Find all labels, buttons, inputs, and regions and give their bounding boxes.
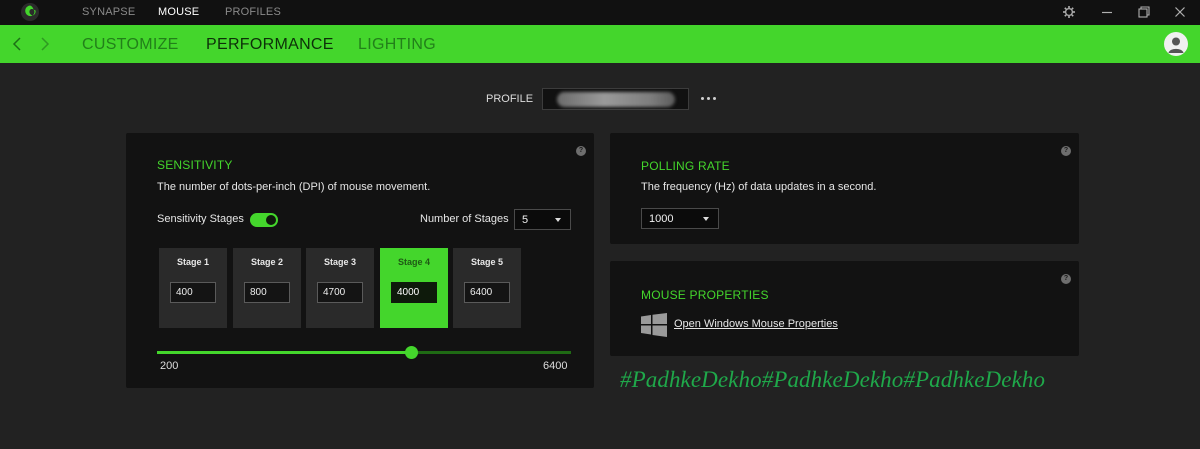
stage-dpi-input[interactable]: 400 xyxy=(170,282,216,303)
stage-card-1[interactable]: Stage 1 400 xyxy=(159,248,227,328)
stage-dpi-input[interactable]: 4000 xyxy=(391,282,437,303)
stage-name: Stage 3 xyxy=(323,257,356,267)
user-avatar-icon[interactable] xyxy=(1164,32,1188,56)
watermark-text: #PadhkeDekho#PadhkeDekho#PadhkeDekho xyxy=(620,367,1046,392)
mouse-properties-panel: ? xyxy=(610,261,1079,356)
tab-profiles[interactable]: PROFILES xyxy=(225,6,281,18)
dpi-slider-min: 200 xyxy=(160,360,179,372)
stage-dpi-input[interactable]: 6400 xyxy=(464,282,510,303)
forward-arrow-icon[interactable] xyxy=(38,36,52,52)
open-windows-mouse-properties-link[interactable]: Open Windows Mouse Properties xyxy=(674,318,838,330)
number-of-stages-value: 5 xyxy=(522,214,529,226)
tab-performance[interactable]: PERFORMANCE xyxy=(206,36,334,54)
stage-dpi-input[interactable]: 4700 xyxy=(317,282,363,303)
sensitivity-stages-toggle[interactable] xyxy=(250,213,278,227)
chevron-down-icon xyxy=(703,217,709,221)
dpi-slider-max: 6400 xyxy=(543,360,568,372)
restore-icon[interactable] xyxy=(1136,4,1152,20)
profile-select[interactable] xyxy=(542,88,689,110)
stage-name: Stage 2 xyxy=(250,257,283,267)
tab-lighting[interactable]: LIGHTING xyxy=(358,36,436,54)
profile-name-redacted xyxy=(557,92,675,107)
help-icon[interactable]: ? xyxy=(576,146,586,156)
dpi-slider-fill xyxy=(157,351,411,354)
sensitivity-title: SENSITIVITY xyxy=(157,158,233,172)
polling-rate-value: 1000 xyxy=(649,213,674,225)
back-arrow-icon[interactable] xyxy=(10,36,24,52)
gear-icon[interactable] xyxy=(1061,4,1077,20)
profile-label: PROFILE xyxy=(486,93,534,105)
minimize-icon[interactable] xyxy=(1099,4,1115,20)
polling-rate-title: POLLING RATE xyxy=(641,159,730,173)
stage-card-2[interactable]: Stage 2 800 xyxy=(233,248,301,328)
stage-name: Stage 4 xyxy=(397,257,430,267)
help-icon[interactable]: ? xyxy=(1061,146,1071,156)
chevron-down-icon xyxy=(555,218,561,222)
sensitivity-description: The number of dots-per-inch (DPI) of mou… xyxy=(157,181,431,193)
windows-logo-icon xyxy=(641,313,667,337)
tab-synapse[interactable]: SYNAPSE xyxy=(82,6,135,18)
razer-logo-icon xyxy=(21,3,39,21)
number-of-stages-dropdown[interactable]: 5 xyxy=(514,209,571,230)
polling-rate-description: The frequency (Hz) of data updates in a … xyxy=(641,181,877,193)
stage-dpi-input[interactable]: 800 xyxy=(244,282,290,303)
stage-card-3[interactable]: Stage 3 4700 xyxy=(306,248,374,328)
number-of-stages-label: Number of Stages xyxy=(420,213,509,225)
polling-rate-dropdown[interactable]: 1000 xyxy=(641,208,719,229)
dpi-slider-thumb[interactable] xyxy=(404,346,418,359)
stage-card-5[interactable]: Stage 5 6400 xyxy=(453,248,521,328)
tab-customize[interactable]: CUSTOMIZE xyxy=(82,36,179,54)
stage-name: Stage 5 xyxy=(470,257,503,267)
sub-nav-bar: CUSTOMIZE PERFORMANCE LIGHTING xyxy=(0,25,1200,63)
help-icon[interactable]: ? xyxy=(1061,274,1071,284)
stage-name: Stage 1 xyxy=(176,257,209,267)
sensitivity-stages-label: Sensitivity Stages xyxy=(157,213,244,225)
mouse-properties-title: MOUSE PROPERTIES xyxy=(641,288,769,302)
close-icon[interactable] xyxy=(1172,4,1188,20)
more-options-icon[interactable] xyxy=(700,92,718,104)
tab-mouse[interactable]: MOUSE xyxy=(158,6,199,18)
title-bar: SYNAPSE MOUSE PROFILES xyxy=(0,0,1200,25)
dpi-slider-track[interactable] xyxy=(157,346,571,359)
stage-card-4[interactable]: Stage 4 4000 xyxy=(380,248,448,328)
